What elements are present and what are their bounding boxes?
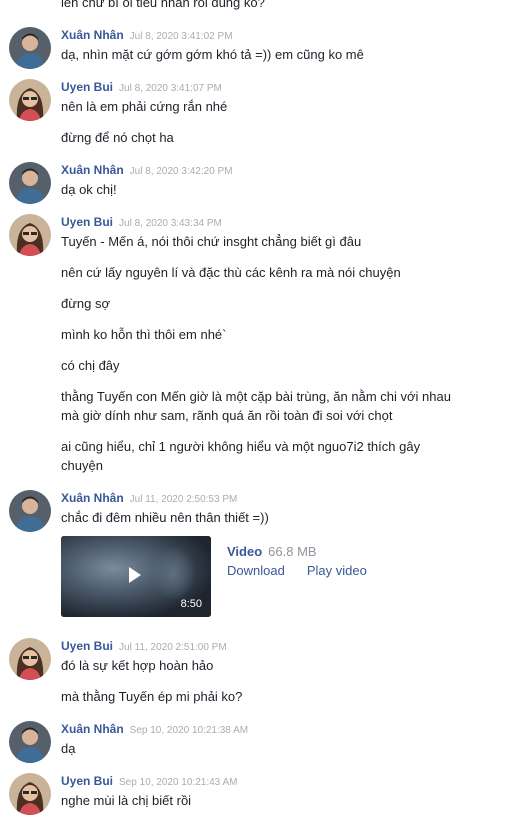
avatar[interactable]	[9, 773, 51, 815]
message-header: Xuân Nhân Jul 11, 2020 2:50:53 PM	[61, 487, 521, 508]
timestamp: Jul 8, 2020 3:42:20 PM	[129, 166, 233, 177]
avatar[interactable]	[9, 27, 51, 69]
message-text: thằng Tuyến con Mến giờ là một cặp bài t…	[61, 389, 451, 423]
message-text: có chị đây	[61, 358, 120, 373]
sender-name[interactable]: Xuân Nhân	[61, 28, 124, 42]
download-link[interactable]: Download	[227, 563, 285, 578]
avatar-uyen-bui-image	[9, 773, 51, 815]
message-text: lên chữ bí ổi tiểu nhân rồi đúng ko?	[61, 0, 265, 10]
video-info: Video 66.8 MB Download Play video	[227, 536, 389, 617]
video-attachment: 8:50 Video 66.8 MB Download Play video	[61, 536, 521, 617]
message-text: dạ	[61, 741, 76, 756]
message-header: Xuân Nhân Jul 8, 2020 3:42:20 PM	[61, 159, 521, 180]
message-group: Xuân Nhân Sep 10, 2020 10:21:38 AM dạ	[0, 718, 521, 763]
message-header: Uyen Bui Sep 10, 2020 10:21:43 AM	[61, 770, 521, 791]
message-text: đừng sợ	[61, 296, 111, 311]
message-group: Uyen Bui Jul 11, 2020 2:51:00 PM đó là sự…	[0, 635, 521, 706]
sender-name[interactable]: Uyen Bui	[61, 639, 113, 653]
message-text: mình ko hỗn thì thôi em nhé`	[61, 327, 227, 342]
video-size: 66.8 MB	[268, 544, 317, 559]
sender-name[interactable]: Uyen Bui	[61, 215, 113, 229]
message-group: Uyen Bui Sep 10, 2020 10:21:43 AM nghe mù…	[0, 770, 521, 815]
sender-name[interactable]: Xuân Nhân	[61, 163, 124, 177]
avatar-xuan-nhan-image	[9, 162, 51, 204]
video-thumbnail[interactable]: 8:50	[61, 536, 211, 617]
avatar[interactable]	[9, 214, 51, 256]
message-text: mà thằng Tuyến ép mi phải ko?	[61, 689, 243, 704]
message-group: Uyen Bui Jul 8, 2020 3:41:07 PM nên là em…	[0, 76, 521, 147]
message-text: nghe mùi là chị biết rồi	[61, 793, 192, 808]
message-header: Xuân Nhân Jul 8, 2020 3:41:02 PM	[61, 24, 521, 45]
message-text: nên là em phải cứng rắn nhé	[61, 99, 228, 114]
message-text: đó là sự kết hợp hoàn hảo	[61, 658, 214, 673]
play-icon[interactable]	[129, 567, 141, 583]
avatar[interactable]	[9, 162, 51, 204]
timestamp: Jul 11, 2020 2:51:00 PM	[119, 642, 227, 653]
message-text: dạ, nhìn mặt cứ gớm gớm khó tả =)) em cũ…	[61, 47, 364, 62]
avatar-xuan-nhan-image	[9, 721, 51, 763]
message-group: Xuân Nhân Jul 8, 2020 3:42:20 PM dạ ok ch…	[0, 159, 521, 204]
timestamp: Jul 11, 2020 2:50:53 PM	[129, 494, 238, 505]
avatar-uyen-bui-image	[9, 79, 51, 121]
message-group: Xuân Nhân Jul 8, 2020 3:41:02 PM dạ, nhìn…	[0, 24, 521, 69]
message-text: chắc đi đêm nhiều nên thân thiết =))	[61, 510, 269, 525]
avatar[interactable]	[9, 79, 51, 121]
message-text: dạ ok chị!	[61, 182, 117, 197]
sender-name[interactable]: Uyen Bui	[61, 774, 113, 788]
video-preview-figure	[151, 546, 196, 601]
timestamp: Jul 8, 2020 3:41:02 PM	[129, 31, 233, 42]
sender-name[interactable]: Xuân Nhân	[61, 491, 124, 505]
message-header: Uyen Bui Jul 8, 2020 3:41:07 PM	[61, 76, 521, 97]
message-text: đừng để nó chọt ha	[61, 130, 174, 145]
message-group: lên chữ bí ổi tiểu nhân rồi đúng ko?	[0, 0, 521, 12]
avatar[interactable]	[9, 638, 51, 680]
timestamp: Jul 8, 2020 3:43:34 PM	[119, 218, 222, 229]
video-duration: 8:50	[180, 598, 202, 610]
avatar[interactable]	[9, 721, 51, 763]
timestamp: Sep 10, 2020 10:21:43 AM	[119, 777, 238, 788]
chat-thread: lên chữ bí ổi tiểu nhân rồi đúng ko? Xuâ…	[0, 0, 521, 822]
message-text: ai cũng hiểu, chỉ 1 người không hiểu và …	[61, 439, 421, 473]
video-title: Video	[227, 544, 263, 559]
message-text: Tuyến - Mến á, nói thôi chứ insght chẳng…	[61, 234, 362, 249]
avatar-uyen-bui-image	[9, 638, 51, 680]
message-header: Xuân Nhân Sep 10, 2020 10:21:38 AM	[61, 718, 521, 739]
avatar-xuan-nhan-image	[9, 490, 51, 532]
avatar-uyen-bui-image	[9, 214, 51, 256]
timestamp: Jul 8, 2020 3:41:07 PM	[119, 83, 222, 94]
avatar-xuan-nhan-image	[9, 27, 51, 69]
message-group: Xuân Nhân Jul 11, 2020 2:50:53 PM chắc đi…	[0, 487, 521, 617]
timestamp: Sep 10, 2020 10:21:38 AM	[129, 725, 249, 736]
message-header: Uyen Bui Jul 11, 2020 2:51:00 PM	[61, 635, 521, 656]
message-text: nên cứ lấy nguyên lí và đặc thù các kênh…	[61, 265, 401, 280]
play-video-link[interactable]: Play video	[307, 563, 367, 578]
avatar[interactable]	[9, 490, 51, 532]
message-header: Uyen Bui Jul 8, 2020 3:43:34 PM	[61, 211, 521, 232]
sender-name[interactable]: Uyen Bui	[61, 80, 113, 94]
message-group: Uyen Bui Jul 8, 2020 3:43:34 PM Tuyến - M…	[0, 211, 521, 475]
sender-name[interactable]: Xuân Nhân	[61, 722, 124, 736]
